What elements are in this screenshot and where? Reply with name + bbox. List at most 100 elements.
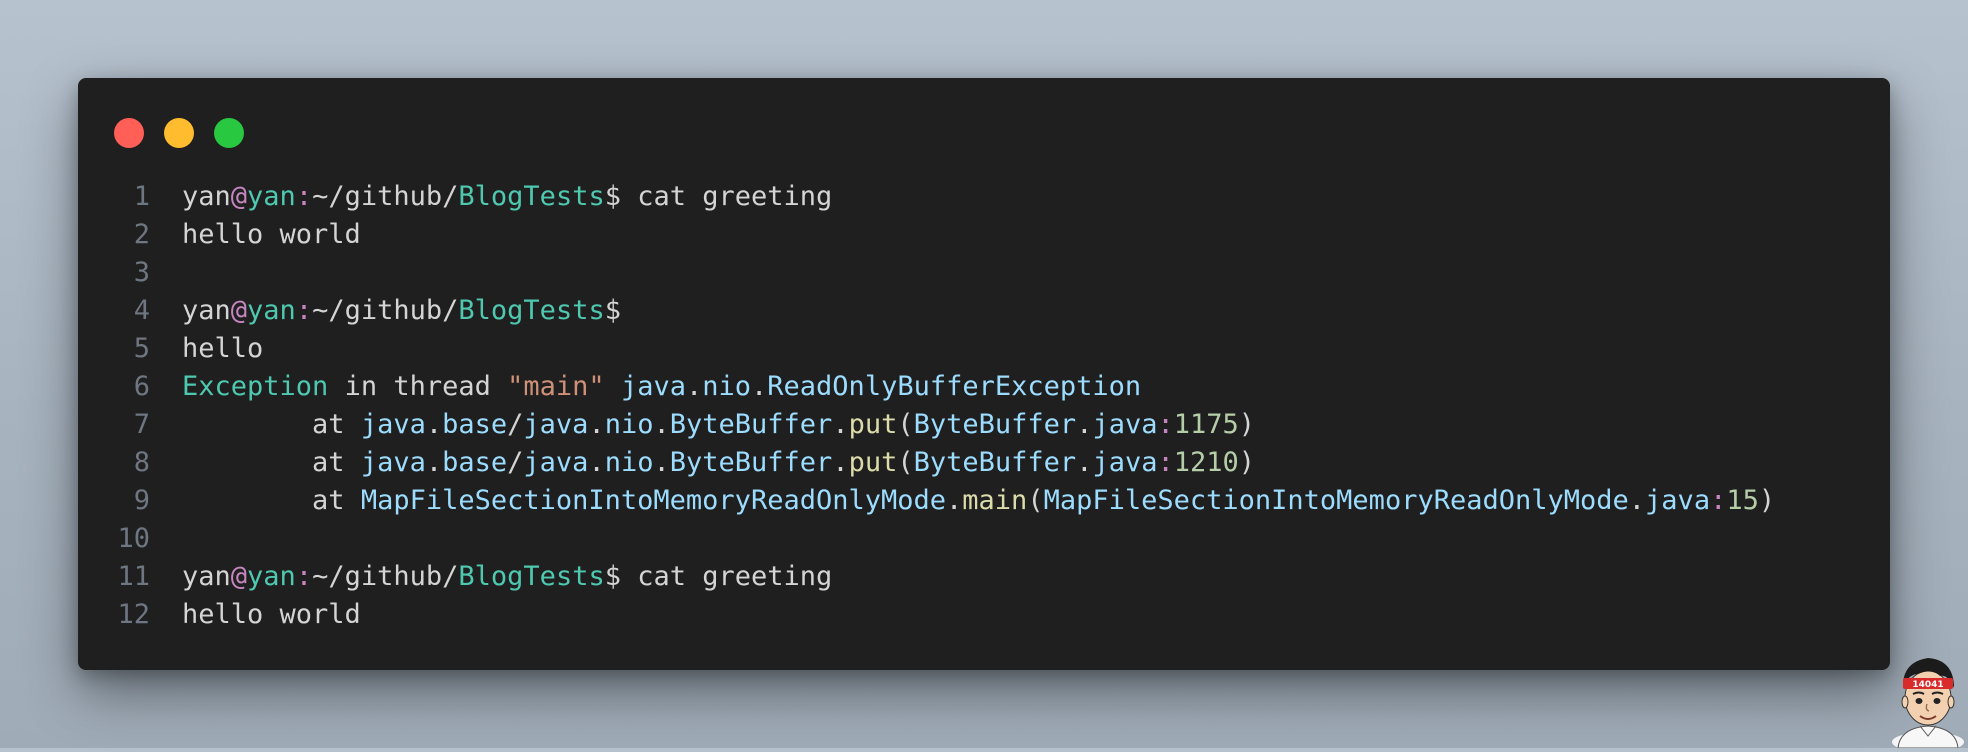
line-content: Exception in thread "main" java.nio.Read… (150, 368, 1141, 406)
code-token: . (832, 447, 849, 478)
code-token: yan (182, 561, 231, 592)
code-token: at (182, 485, 361, 516)
line-content: at java.base/java.nio.ByteBuffer.put(Byt… (150, 406, 1255, 444)
code-line: 7 at java.base/java.nio.ByteBuffer.put(B… (78, 406, 1890, 444)
code-token: 1175 (1173, 409, 1239, 440)
code-token: java (523, 447, 589, 478)
line-content (150, 254, 182, 292)
code-token: ) (1238, 409, 1256, 440)
terminal-output: 1 yan@yan:~/github/BlogTests$ cat greetin… (78, 178, 1890, 634)
window-controls (114, 118, 244, 148)
code-token: Exception (182, 371, 329, 402)
code-token: . (653, 447, 670, 478)
code-line: 12 hello world (78, 596, 1890, 634)
code-line: 1 yan@yan:~/github/BlogTests$ cat greetin… (78, 178, 1890, 216)
code-token: ) (1758, 485, 1776, 516)
code-token: @ (230, 561, 248, 592)
code-token: in thread (328, 371, 508, 402)
code-token: BlogTests (458, 181, 605, 212)
line-number: 12 (117, 599, 150, 630)
cartoon-avatar-icon: 14041 (1892, 658, 1964, 752)
code-token: 15 (1726, 485, 1759, 516)
code-token: yan (247, 561, 296, 592)
code-token: ( (897, 409, 914, 440)
terminal-window: 1 yan@yan:~/github/BlogTests$ cat greetin… (78, 78, 1890, 670)
code-line: 3 (78, 254, 1890, 292)
line-number: 1 (133, 181, 150, 212)
code-token: nio (702, 371, 752, 402)
code-line: 9 at MapFileSectionIntoMemoryReadOnlyMod… (78, 482, 1890, 520)
code-token: . (588, 447, 605, 478)
code-token: ~/github/ (312, 561, 459, 592)
code-token: MapFileSectionIntoMemoryReadOnlyMode (360, 485, 947, 516)
code-token: at (182, 409, 361, 440)
code-token: MapFileSectionIntoMemoryReadOnlyMode (1043, 485, 1629, 516)
code-token: $ cat greeting (604, 181, 833, 212)
code-token: ByteBuffer (913, 447, 1077, 478)
code-line: 6 Exception in thread "main" java.nio.Rea… (78, 368, 1890, 406)
code-line: 5 hello (78, 330, 1890, 368)
code-token: . (751, 371, 768, 402)
code-token: at (182, 447, 361, 478)
code-token: BlogTests (458, 561, 605, 592)
code-token: ByteBuffer (669, 409, 833, 440)
line-content: yan@yan:~/github/BlogTests$ cat greeting (150, 178, 832, 216)
code-token: java (620, 371, 686, 402)
line-number: 2 (133, 219, 150, 250)
line-content (150, 520, 182, 558)
code-token: yan (182, 181, 231, 212)
code-token: : (1710, 485, 1727, 516)
code-token: 1210 (1173, 447, 1239, 478)
code-token: . (1076, 409, 1093, 440)
code-token: @ (230, 181, 248, 212)
code-token: yan (247, 295, 296, 326)
code-token: ByteBuffer (669, 447, 833, 478)
code-token: "main" (507, 371, 605, 402)
line-number: 10 (117, 523, 150, 554)
code-token: ByteBuffer (913, 409, 1077, 440)
code-token: ( (1027, 485, 1044, 516)
code-token: ~/github/ (312, 295, 459, 326)
line-number: 9 (133, 485, 150, 516)
code-token: yan (247, 181, 296, 212)
code-token: nio (604, 447, 654, 478)
code-token: java (1645, 485, 1711, 516)
code-token: java (360, 409, 426, 440)
code-token: . (588, 409, 605, 440)
code-token: java (1092, 409, 1158, 440)
code-line: 4 yan@yan:~/github/BlogTests$ (78, 292, 1890, 330)
code-token: . (946, 485, 963, 516)
line-content: yan@yan:~/github/BlogTests$ (150, 292, 621, 330)
code-token: hello world (182, 599, 361, 630)
code-token: : (1157, 409, 1174, 440)
line-number: 6 (133, 371, 150, 402)
line-number: 7 (133, 409, 150, 440)
line-number: 8 (133, 447, 150, 478)
line-content: at MapFileSectionIntoMemoryReadOnlyMode.… (150, 482, 1775, 520)
minimize-button[interactable] (164, 118, 194, 148)
code-token: base (442, 447, 508, 478)
code-token: / (507, 409, 524, 440)
code-line: 10 (78, 520, 1890, 558)
code-token: ~/github/ (312, 181, 459, 212)
code-token: base (442, 409, 508, 440)
code-token: / (507, 447, 524, 478)
code-token: . (1628, 485, 1646, 516)
line-number: 4 (133, 295, 150, 326)
code-line: 11 yan@yan:~/github/BlogTests$ cat greeti… (78, 558, 1890, 596)
avatar: 14041 (1888, 644, 1968, 752)
close-button[interactable] (114, 118, 144, 148)
maximize-button[interactable] (214, 118, 244, 148)
code-token: java (360, 447, 426, 478)
code-line: 2 hello world (78, 216, 1890, 254)
code-token: : (1157, 447, 1174, 478)
code-token: java (523, 409, 589, 440)
line-number: 3 (133, 257, 150, 288)
code-token: yan (182, 295, 231, 326)
code-token: . (832, 409, 849, 440)
line-number: 11 (117, 561, 150, 592)
code-token: java (1092, 447, 1158, 478)
code-token: put (848, 447, 898, 478)
code-token: ReadOnlyBufferException (767, 371, 1142, 402)
